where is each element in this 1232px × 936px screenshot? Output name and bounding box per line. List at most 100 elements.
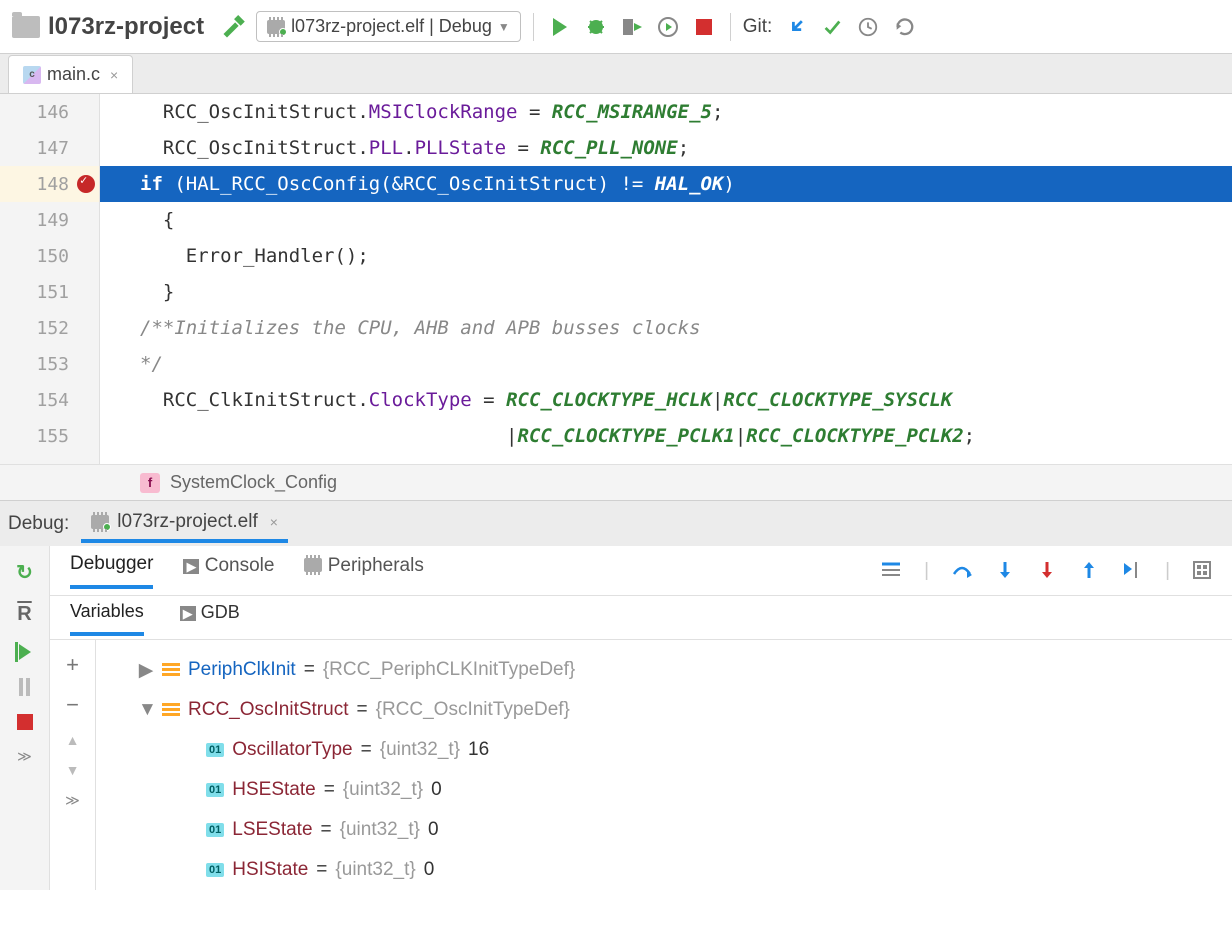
- git-history-button[interactable]: [854, 13, 882, 41]
- variable-type: {uint32_t}: [343, 779, 423, 801]
- git-pull-button[interactable]: [782, 13, 810, 41]
- remove-watch-icon[interactable]: −: [66, 692, 79, 718]
- git-label: Git:: [743, 16, 773, 38]
- force-step-into-icon[interactable]: [1037, 560, 1057, 580]
- down-icon[interactable]: ▼: [66, 762, 80, 778]
- step-into-icon[interactable]: [995, 560, 1015, 580]
- line-number[interactable]: 154: [0, 382, 99, 418]
- variable-row[interactable]: 01HSEState = {uint32_t} 0: [102, 770, 1232, 810]
- close-tab-icon[interactable]: ×: [110, 67, 118, 83]
- code-line[interactable]: }: [100, 274, 1232, 310]
- chevron-down-icon: ▼: [498, 20, 510, 34]
- line-number[interactable]: 151: [0, 274, 99, 310]
- breadcrumb-function[interactable]: SystemClock_Config: [170, 472, 337, 493]
- code-line[interactable]: RCC_OscInitStruct.PLL.PLLState = RCC_PLL…: [100, 130, 1232, 166]
- breakpoint-icon[interactable]: [77, 175, 95, 193]
- line-number[interactable]: 147: [0, 130, 99, 166]
- stop-debug-button[interactable]: [17, 714, 33, 730]
- variable-row[interactable]: 01OscillatorType = {uint32_t} 16: [102, 730, 1232, 770]
- line-number[interactable]: 152: [0, 310, 99, 346]
- folder-icon: [12, 16, 40, 38]
- run-with-coverage-button[interactable]: [618, 13, 646, 41]
- debug-sub-tabs: Variables ▶ GDB: [50, 596, 1232, 640]
- int-icon: 01: [206, 783, 224, 797]
- chip-icon: [91, 515, 109, 529]
- evaluate-icon[interactable]: [1192, 560, 1212, 580]
- step-out-icon[interactable]: [1079, 560, 1099, 580]
- breadcrumb-bar: f SystemClock_Config: [0, 464, 1232, 500]
- rerun-icon[interactable]: ↻: [16, 560, 33, 585]
- resume-button[interactable]: [19, 644, 31, 660]
- tab-peripherals[interactable]: Peripherals: [304, 555, 423, 587]
- tab-debugger[interactable]: Debugger: [70, 553, 153, 589]
- code-editor[interactable]: 146147148149150151152153154155 RCC_OscIn…: [0, 94, 1232, 464]
- tab-variables[interactable]: Variables: [70, 601, 144, 636]
- variable-row[interactable]: ▼RCC_OscInitStruct = {RCC_OscInitTypeDef…: [102, 690, 1232, 730]
- debug-session-tab[interactable]: l073rz-project.elf ×: [81, 505, 288, 543]
- line-number[interactable]: 153: [0, 346, 99, 382]
- expand-icon[interactable]: ▼: [138, 699, 154, 721]
- variables-tree[interactable]: ▶PeriphClkInit = {RCC_PeriphCLKInitTypeD…: [96, 640, 1232, 890]
- separator: [533, 13, 534, 41]
- more-icon[interactable]: ≫: [65, 792, 80, 809]
- step-over-icon[interactable]: [951, 560, 973, 580]
- chip-icon: [267, 20, 285, 34]
- line-number[interactable]: 148: [0, 166, 99, 202]
- run-button[interactable]: [546, 13, 574, 41]
- variable-value: 16: [468, 739, 489, 761]
- expand-icon[interactable]: ▶: [138, 659, 154, 682]
- git-commit-button[interactable]: [818, 13, 846, 41]
- profile-button[interactable]: [654, 13, 682, 41]
- code-line[interactable]: */: [100, 346, 1232, 382]
- line-number[interactable]: 146: [0, 94, 99, 130]
- build-hammer-button[interactable]: [220, 13, 248, 41]
- variable-type: {uint32_t}: [335, 859, 415, 881]
- code-line[interactable]: Error_Handler();: [100, 238, 1232, 274]
- variable-name: PeriphClkInit: [188, 659, 296, 681]
- code-line[interactable]: RCC_ClkInitStruct.ClockType = RCC_CLOCKT…: [100, 382, 1232, 418]
- line-number[interactable]: 155: [0, 418, 99, 454]
- editor-tab-bar: c main.c ×: [0, 54, 1232, 94]
- debug-label: Debug:: [8, 513, 69, 535]
- tab-gdb[interactable]: ▶ GDB: [180, 602, 240, 633]
- variables-area: + − ▲ ▼ ≫ ▶PeriphClkInit = {RCC_PeriphCL…: [50, 640, 1232, 890]
- tab-console[interactable]: ▶ Console: [183, 555, 274, 587]
- variable-type: {uint32_t}: [380, 739, 460, 761]
- variable-row[interactable]: ▶PeriphClkInit = {RCC_PeriphCLKInitTypeD…: [102, 650, 1232, 690]
- int-icon: 01: [206, 823, 224, 837]
- run-config-label: l073rz-project.elf | Debug: [291, 16, 492, 37]
- code-line[interactable]: RCC_OscInitStruct.MSIClockRange = RCC_MS…: [100, 94, 1232, 130]
- git-revert-button[interactable]: [890, 13, 918, 41]
- debug-session-name: l073rz-project.elf: [117, 511, 257, 533]
- line-number[interactable]: 150: [0, 238, 99, 274]
- editor-tab-main-c[interactable]: c main.c ×: [8, 55, 133, 93]
- more-icon[interactable]: ≫: [17, 748, 32, 765]
- code-line[interactable]: |RCC_CLOCKTYPE_PCLK1|RCC_CLOCKTYPE_PCLK2…: [100, 418, 1232, 454]
- code-line[interactable]: if (HAL_RCC_OscConfig(&RCC_OscInitStruct…: [100, 166, 1232, 202]
- code-line[interactable]: {: [100, 202, 1232, 238]
- run-to-cursor-icon[interactable]: [1121, 560, 1143, 580]
- code-area[interactable]: RCC_OscInitStruct.MSIClockRange = RCC_MS…: [100, 94, 1232, 464]
- debug-sidebar: ↻ R ≫: [0, 546, 50, 890]
- stop-button[interactable]: [690, 13, 718, 41]
- line-number[interactable]: 149: [0, 202, 99, 238]
- pause-button[interactable]: [19, 678, 30, 696]
- variable-row[interactable]: 01LSEState = {uint32_t} 0: [102, 810, 1232, 850]
- reset-icon[interactable]: R: [17, 603, 31, 626]
- code-line[interactable]: /**Initializes the CPU, AHB and APB buss…: [100, 310, 1232, 346]
- struct-icon: [162, 663, 180, 677]
- debug-button[interactable]: [582, 13, 610, 41]
- run-config-dropdown[interactable]: l073rz-project.elf | Debug ▼: [256, 11, 521, 42]
- debug-main: Debugger ▶ Console Peripherals | | Varia…: [50, 546, 1232, 890]
- variable-value: 0: [428, 819, 439, 841]
- variable-type: {RCC_OscInitTypeDef}: [376, 699, 570, 721]
- int-icon: 01: [206, 863, 224, 877]
- line-gutter[interactable]: 146147148149150151152153154155: [0, 94, 100, 464]
- up-icon[interactable]: ▲: [66, 732, 80, 748]
- add-watch-icon[interactable]: +: [66, 652, 79, 678]
- show-frames-icon[interactable]: [880, 560, 902, 578]
- variable-row[interactable]: 01HSIState = {uint32_t} 0: [102, 850, 1232, 890]
- variable-name: HSEState: [232, 779, 315, 801]
- tab-label: main.c: [47, 64, 100, 85]
- close-session-icon[interactable]: ×: [270, 514, 278, 530]
